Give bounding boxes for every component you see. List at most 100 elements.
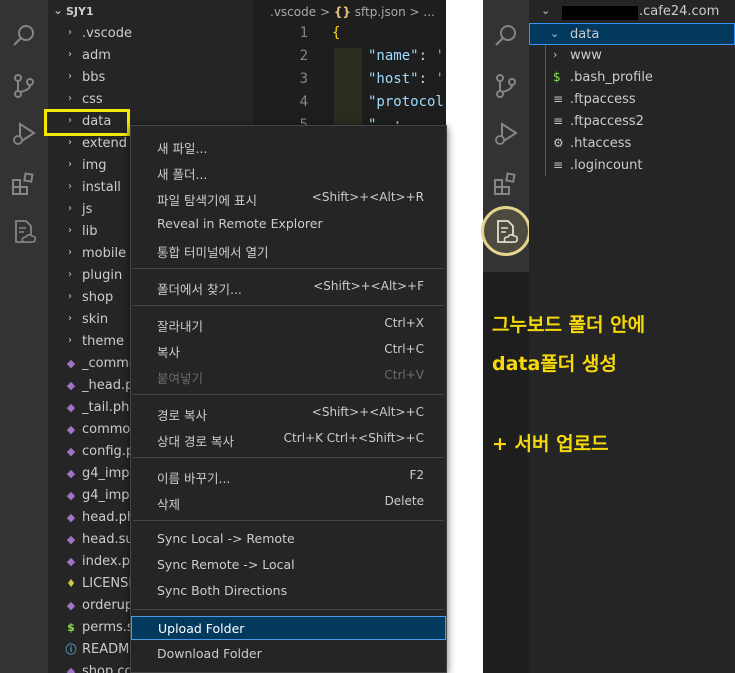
chevron-right-icon: › — [68, 49, 72, 60]
code-key: { — [332, 25, 341, 41]
folder-row[interactable]: › bbs — [48, 67, 254, 89]
menu-item-label: Download Folder — [157, 646, 262, 661]
run-debug-icon[interactable] — [492, 120, 520, 148]
breadcrumb-more[interactable]: > ... — [410, 5, 435, 19]
menu-item[interactable]: 통합 터미널에서 열기 — [131, 238, 446, 262]
menu-item-label: 상대 경로 복사 — [157, 434, 234, 449]
php-file-icon: ◆ — [66, 401, 76, 414]
chevron-right-icon: › — [68, 225, 72, 236]
search-icon[interactable] — [492, 22, 520, 50]
tree-item-label: extend — [82, 136, 128, 151]
extensions-icon[interactable] — [10, 170, 38, 198]
menu-item[interactable]: 잘라내기 Ctrl+X — [131, 312, 446, 336]
php-file-icon: ◆ — [66, 599, 76, 612]
source-control-icon[interactable] — [10, 72, 38, 100]
menu-item-label: 새 폴더... — [157, 167, 208, 182]
breadcrumb-folder[interactable]: .vscode — [270, 5, 316, 19]
line-number: 1 — [299, 25, 308, 41]
line-number: 3 — [299, 71, 308, 87]
menu-item-shortcut: F2 — [409, 468, 424, 482]
extensions-icon[interactable] — [492, 170, 520, 198]
remote-folder-row[interactable]: › www — [529, 45, 735, 67]
menu-item[interactable]: Reveal in Remote Explorer — [131, 212, 446, 236]
folder-row[interactable]: › css — [48, 89, 254, 111]
annotation-line-3: + 서버 업로드 — [492, 433, 609, 455]
remote-item-label: .htaccess — [570, 136, 632, 151]
remote-file-row[interactable]: ≡ .ftpaccess2 — [529, 111, 735, 133]
remote-root-label: .cafe24.com — [639, 4, 720, 19]
license-file-icon: ♦ — [66, 577, 76, 590]
chevron-right-icon: › — [68, 159, 72, 170]
remote-root-row[interactable]: ⌄ .cafe24.com — [529, 1, 735, 23]
chevron-down-icon: ⌄ — [550, 27, 560, 40]
remote-file-row[interactable]: ≡ .logincount — [529, 155, 735, 177]
redacted-host — [562, 6, 638, 20]
menu-item[interactable]: Sync Remote -> Local — [131, 553, 446, 577]
remote-explorer-icon[interactable] — [10, 218, 38, 246]
menu-item[interactable]: Upload Folder — [131, 616, 446, 640]
code-line[interactable]: "host": ' — [368, 71, 444, 87]
breadcrumb-file[interactable]: sftp.json — [355, 5, 406, 19]
remote-file-row[interactable]: ⚙ .htaccess — [529, 133, 735, 155]
php-file-icon: ◆ — [66, 555, 76, 568]
run-debug-icon[interactable] — [10, 120, 38, 148]
menu-item-shortcut: Ctrl+X — [384, 316, 424, 330]
menu-item-shortcut: Delete — [384, 494, 424, 508]
folder-row[interactable]: › .vscode — [48, 23, 254, 45]
data-folder-highlight — [44, 109, 130, 136]
menu-item[interactable]: 복사 Ctrl+C — [131, 338, 446, 362]
json-file-icon: {} — [333, 5, 351, 19]
menu-item[interactable]: 파일 탐색기에 표시 <Shift>+<Alt>+R — [131, 186, 446, 210]
line-number: 4 — [299, 94, 308, 110]
remote-item-label: data — [570, 27, 600, 42]
menu-item-label: 붙여넣기 — [157, 371, 204, 386]
remote-folder-row[interactable]: ⌄ data — [529, 23, 735, 45]
tree-item-label: LICENSE — [82, 576, 137, 591]
menu-item[interactable]: 새 파일... — [131, 134, 446, 158]
tree-item-label: plugin — [82, 268, 123, 283]
code-line[interactable]: { — [332, 25, 340, 41]
tree-item-label: commor — [82, 422, 136, 437]
menu-item[interactable]: Sync Both Directions — [131, 579, 446, 603]
menu-item[interactable]: 이름 바꾸기... F2 — [131, 464, 446, 488]
explorer-title[interactable]: SJY1 — [66, 5, 94, 18]
menu-item[interactable]: 경로 복사 <Shift>+<Alt>+C — [131, 401, 446, 425]
chevron-right-icon: › — [68, 269, 72, 280]
menu-item[interactable]: Sync Local -> Remote — [131, 527, 446, 551]
remote-file-row[interactable]: $ .bash_profile — [529, 67, 735, 89]
menu-item[interactable]: Download Folder — [131, 642, 446, 666]
menu-item-shortcut: <Shift>+<Alt>+R — [311, 190, 424, 204]
menu-item[interactable]: 상대 경로 복사 Ctrl+K Ctrl+<Shift>+C — [131, 427, 446, 451]
menu-item[interactable]: 삭제 Delete — [131, 490, 446, 514]
code-line[interactable]: "protocol — [368, 94, 444, 110]
chevron-right-icon: › — [68, 181, 72, 192]
code-colon: : — [418, 71, 428, 87]
menu-separator — [133, 609, 444, 610]
php-file-icon: ◆ — [66, 467, 76, 480]
tree-item-label: css — [82, 92, 103, 107]
menu-item-label: 잘라내기 — [157, 319, 204, 334]
folder-row[interactable]: › adm — [48, 45, 254, 67]
menu-item-shortcut: <Shift>+<Alt>+F — [313, 279, 424, 293]
remote-file-row[interactable]: ≡ .ftpaccess — [529, 89, 735, 111]
menu-item-label: Reveal in Remote Explorer — [157, 216, 323, 231]
menu-item[interactable]: 새 폴더... — [131, 160, 446, 184]
tree-item-label: .vscode — [82, 26, 132, 41]
menu-item-label: 복사 — [157, 345, 181, 360]
menu-item-shortcut: Ctrl+K Ctrl+<Shift>+C — [283, 431, 424, 445]
breadcrumb: .vscode > {} sftp.json > ... — [270, 5, 435, 19]
info-file-icon: ⓘ — [65, 643, 77, 656]
search-icon[interactable] — [10, 22, 38, 50]
menu-item-shortcut: <Shift>+<Alt>+C — [311, 405, 424, 419]
context-menu: 새 파일... 새 폴더... 파일 탐색기에 표시 <Shift>+<Alt>+R R… — [130, 125, 447, 673]
menu-item-label: 파일 탐색기에 표시 — [157, 193, 257, 208]
code-value: ' — [427, 48, 444, 64]
source-control-icon[interactable] — [492, 72, 520, 100]
php-file-icon: ◆ — [66, 665, 76, 673]
menu-item[interactable]: 폴더에서 찾기... <Shift>+<Alt>+F — [131, 275, 446, 299]
chevron-right-icon: › — [553, 48, 558, 61]
chevron-down-icon[interactable]: ⌄ — [53, 3, 63, 17]
menu-separator — [133, 268, 444, 269]
code-key: "protocol — [368, 94, 444, 110]
code-line[interactable]: "name": ' — [368, 48, 444, 64]
